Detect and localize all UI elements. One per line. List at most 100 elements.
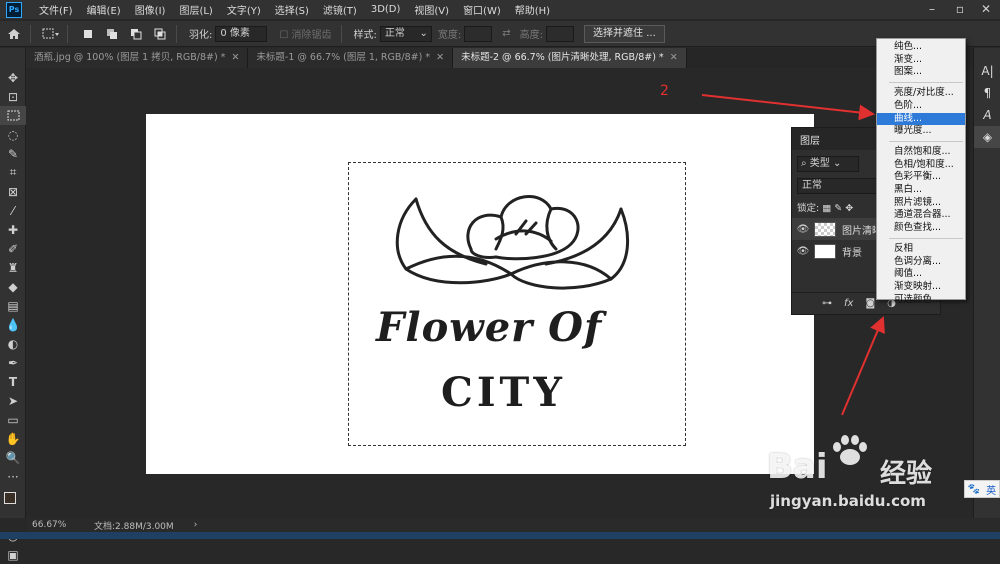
adjustment-menu-item[interactable]: 通道混合器... bbox=[877, 209, 965, 221]
adjustment-menu-item[interactable]: 黑白... bbox=[877, 184, 965, 196]
tools-panel: ✥ ⊡ ◌ ✎ ⌗ ⊠ ⁄ ✚ ✐ ♜ ◆ ▤ 💧 ◐ ✒ T ➤ ▭ ✋ 🔍 … bbox=[0, 48, 26, 562]
adjustment-menu-item[interactable]: 纯色... bbox=[877, 41, 965, 53]
stamp-tool-icon[interactable]: ♜ bbox=[0, 258, 26, 277]
ime-indicator[interactable]: 🐾 英 bbox=[964, 480, 1000, 498]
adjustment-menu-item[interactable]: 颜色查找... bbox=[877, 222, 965, 234]
menu-file[interactable]: 文件(F) bbox=[32, 2, 80, 17]
adjustment-menu-item[interactable]: 亮度/对比度... bbox=[877, 87, 965, 99]
eraser-tool-icon[interactable]: ◆ bbox=[0, 277, 26, 296]
color-swatches[interactable] bbox=[0, 486, 26, 526]
home-icon[interactable] bbox=[4, 24, 24, 44]
adjustment-menu-item[interactable]: 自然饱和度... bbox=[877, 146, 965, 158]
close-icon[interactable]: ✕ bbox=[436, 52, 444, 63]
baidu-watermark: Bai 经验 jingyan.baidu.com bbox=[745, 435, 975, 515]
new-selection-icon[interactable] bbox=[78, 24, 98, 44]
marquee-selection bbox=[348, 162, 686, 446]
more-tools-icon[interactable]: ··· bbox=[0, 467, 26, 486]
menu-layer[interactable]: 图层(L) bbox=[172, 2, 219, 17]
rectangle-tool-icon[interactable]: ▭ bbox=[0, 410, 26, 429]
foreground-color-swatch[interactable] bbox=[4, 492, 16, 504]
divider bbox=[176, 24, 177, 43]
crop-tool-icon[interactable]: ⌗ bbox=[0, 163, 26, 182]
swap-icon[interactable]: ⇄ bbox=[502, 28, 510, 39]
menu-filter[interactable]: 滤镜(T) bbox=[316, 2, 364, 17]
zoom-tool-icon[interactable]: 🔍 bbox=[0, 448, 26, 467]
menu-window[interactable]: 窗口(W) bbox=[456, 2, 508, 17]
close-icon[interactable]: ✕ bbox=[972, 0, 1000, 20]
subtract-selection-icon[interactable] bbox=[126, 24, 146, 44]
gradient-tool-icon[interactable]: ▤ bbox=[0, 296, 26, 315]
quick-select-tool-icon[interactable]: ✎ bbox=[0, 144, 26, 163]
adjustment-menu-item[interactable]: 图案... bbox=[877, 66, 965, 78]
pen-tool-icon[interactable]: ✒ bbox=[0, 353, 26, 372]
adjustment-menu-item[interactable]: 渐变映射... bbox=[877, 281, 965, 293]
chevron-right-icon[interactable]: › bbox=[194, 520, 198, 530]
watermark-brand: Bai bbox=[767, 447, 828, 487]
menu-view[interactable]: 视图(V) bbox=[407, 2, 456, 17]
menu-image[interactable]: 图像(I) bbox=[128, 2, 173, 17]
artboard-tool-icon[interactable]: ⊡ bbox=[0, 87, 26, 106]
brush-tool-icon[interactable]: ✐ bbox=[0, 239, 26, 258]
menu-select[interactable]: 选择(S) bbox=[268, 2, 316, 17]
intersect-selection-icon[interactable] bbox=[150, 24, 170, 44]
feather-input[interactable]: 0 像素 bbox=[215, 25, 268, 42]
document-tabs: 酒瓶.jpg @ 100% (图层 1 拷贝, RGB/8#) * ✕ 未标题-1… bbox=[26, 48, 1000, 68]
arrow-to-adjustment-button bbox=[841, 316, 885, 416]
menu-edit[interactable]: 编辑(E) bbox=[80, 2, 128, 17]
select-and-mask-button[interactable]: 选择并遮住 ... bbox=[584, 24, 665, 43]
adjustment-menu-item[interactable]: 曝光度... bbox=[877, 125, 965, 137]
healing-brush-icon[interactable]: ✚ bbox=[0, 220, 26, 239]
tab-untitled-2[interactable]: 未标题-2 @ 66.7% (图片清晰处理, RGB/8#) * ✕ bbox=[453, 48, 687, 68]
type-tool-icon[interactable]: T bbox=[0, 372, 26, 391]
dodge-tool-icon[interactable]: ◐ bbox=[0, 334, 26, 353]
lasso-tool-icon[interactable]: ◌ bbox=[0, 125, 26, 144]
hand-tool-icon[interactable]: ✋ bbox=[0, 429, 26, 448]
adjustment-menu-item[interactable]: 反相 bbox=[877, 243, 965, 255]
zoom-level[interactable]: 66.67% bbox=[32, 520, 82, 530]
frame-tool-icon[interactable]: ⊠ bbox=[0, 182, 26, 201]
path-select-tool-icon[interactable]: ➤ bbox=[0, 391, 26, 410]
antialias-label: 消除锯齿 bbox=[291, 30, 332, 41]
menu-separator bbox=[889, 140, 963, 142]
glyphs-panel-icon[interactable]: A bbox=[974, 104, 1000, 126]
character-panel-icon[interactable]: A| bbox=[974, 60, 1000, 82]
layers-panel-icon[interactable]: ◈ bbox=[974, 126, 1000, 148]
screen-mode-icon[interactable]: ▣ bbox=[0, 545, 26, 564]
menu-3d[interactable]: 3D(D) bbox=[364, 4, 408, 15]
adjustment-menu-item[interactable]: 渐变... bbox=[877, 54, 965, 66]
adjustment-menu-item[interactable]: 照片滤镜... bbox=[877, 197, 965, 209]
tab-untitled-1[interactable]: 未标题-1 @ 66.7% (图层 1, RGB/8#) * ✕ bbox=[248, 48, 454, 68]
chevron-down-icon: ⌄ bbox=[419, 27, 428, 39]
adjustment-menu-item[interactable]: 色调分离... bbox=[877, 256, 965, 268]
adjustment-menu-item[interactable]: 色彩平衡... bbox=[877, 171, 965, 183]
height-label: 高度: bbox=[519, 30, 544, 41]
width-input[interactable] bbox=[464, 25, 493, 42]
adjustment-menu-item[interactable]: 色相/饱和度... bbox=[877, 159, 965, 171]
close-icon[interactable]: ✕ bbox=[231, 52, 239, 63]
add-selection-icon[interactable] bbox=[102, 24, 122, 44]
watermark-url: jingyan.baidu.com bbox=[770, 492, 926, 510]
menu-separator bbox=[889, 237, 963, 239]
marquee-preset-icon[interactable] bbox=[41, 24, 61, 44]
close-icon[interactable]: ✕ bbox=[670, 52, 678, 63]
right-dock: A| ¶ A ◈ bbox=[973, 48, 1000, 518]
adjustment-menu-item[interactable]: 阈值... bbox=[877, 268, 965, 280]
blur-tool-icon[interactable]: 💧 bbox=[0, 315, 26, 334]
style-select[interactable]: 正常 ⌄ bbox=[379, 25, 432, 42]
adjustment-menu-item[interactable]: 色阶... bbox=[877, 100, 965, 112]
menu-help[interactable]: 帮助(H) bbox=[508, 2, 557, 17]
move-tool-icon[interactable]: ✥ bbox=[0, 68, 26, 87]
paragraph-panel-icon[interactable]: ¶ bbox=[974, 82, 1000, 104]
menu-type[interactable]: 文字(Y) bbox=[220, 2, 268, 17]
minimize-icon[interactable]: – bbox=[918, 0, 946, 20]
adjustment-menu-item[interactable]: 可选颜色... bbox=[877, 294, 965, 306]
tab-label: 未标题-1 @ 66.7% (图层 1, RGB/8#) * bbox=[256, 52, 431, 63]
adjustment-menu-item[interactable]: 曲线... bbox=[877, 112, 965, 125]
restore-icon[interactable]: ▫ bbox=[946, 0, 974, 20]
height-input[interactable] bbox=[546, 25, 575, 42]
marquee-tool-icon[interactable] bbox=[0, 106, 26, 125]
eyedropper-tool-icon[interactable]: ⁄ bbox=[0, 201, 26, 220]
tab-jiuping[interactable]: 酒瓶.jpg @ 100% (图层 1 拷贝, RGB/8#) * ✕ bbox=[26, 48, 249, 68]
antialias-checkbox[interactable]: ☐ 消除锯齿 bbox=[279, 26, 331, 41]
width-label: 宽度: bbox=[437, 30, 462, 41]
